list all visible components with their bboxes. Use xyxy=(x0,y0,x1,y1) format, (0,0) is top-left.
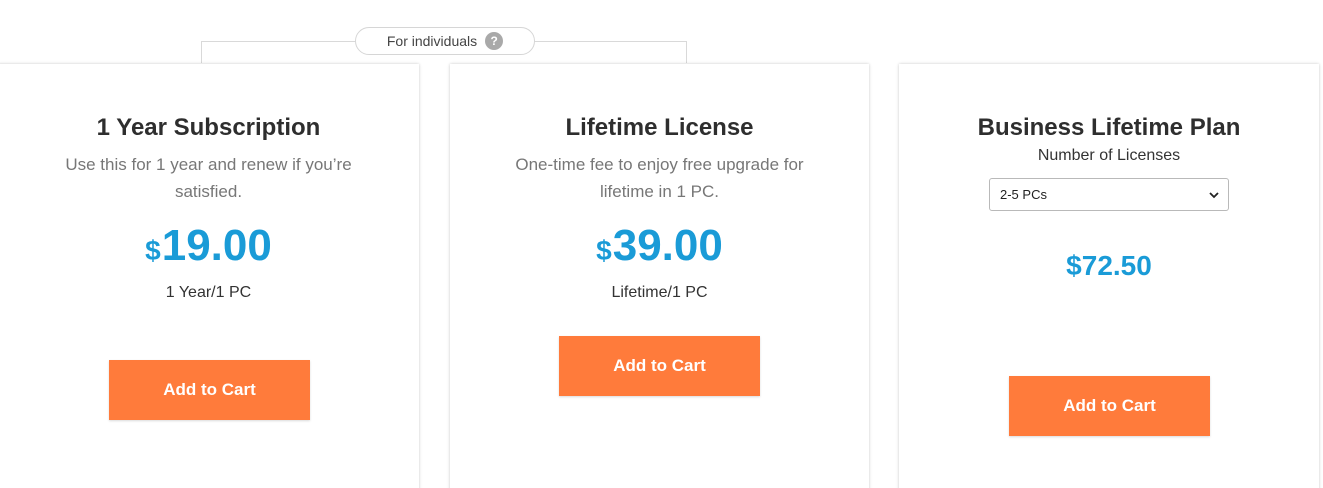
plan-card-1-year: 1 Year Subscription Use this for 1 year … xyxy=(0,64,419,488)
plan-title: Business Lifetime Plan xyxy=(977,114,1241,141)
license-select-value: 2-5 PCs xyxy=(1000,187,1047,202)
plan-period: 1 Year/1 PC xyxy=(165,284,252,301)
currency-symbol: $ xyxy=(145,235,161,266)
licenses-label: Number of Licenses xyxy=(1037,147,1181,164)
for-individuals-badge: For individuals ? xyxy=(355,27,535,55)
plan-price: $39.00 xyxy=(450,220,869,277)
add-to-cart-button[interactable]: Add to Cart xyxy=(1009,376,1210,436)
plan-description: Use this for 1 year and renew if you’re … xyxy=(65,155,352,201)
plan-title: Lifetime License xyxy=(565,114,754,141)
plan-price: $72.50 xyxy=(1066,250,1152,281)
add-to-cart-button[interactable]: Add to Cart xyxy=(559,336,760,396)
plan-description: One-time fee to enjoy free upgrade for l… xyxy=(515,155,804,201)
plan-price: $19.00 xyxy=(0,220,419,277)
plan-card-lifetime: Lifetime License One-time fee to enjoy f… xyxy=(450,64,869,488)
plan-title: 1 Year Subscription xyxy=(96,114,321,141)
price-amount: 39.00 xyxy=(612,221,723,270)
for-individuals-label: For individuals xyxy=(386,33,478,49)
plan-card-business: Business Lifetime Plan Number of License… xyxy=(899,64,1319,488)
pricing-page: For individuals ? 1 Year Subscription Us… xyxy=(0,0,1323,488)
add-to-cart-button[interactable]: Add to Cart xyxy=(109,360,310,420)
price-amount: 19.00 xyxy=(161,221,272,270)
currency-symbol: $ xyxy=(596,235,612,266)
license-count-select[interactable]: 2-5 PCs xyxy=(989,178,1229,211)
question-circle-icon[interactable]: ? xyxy=(485,32,504,50)
chevron-down-icon xyxy=(1208,189,1220,201)
plan-period: Lifetime/1 PC xyxy=(611,284,708,301)
